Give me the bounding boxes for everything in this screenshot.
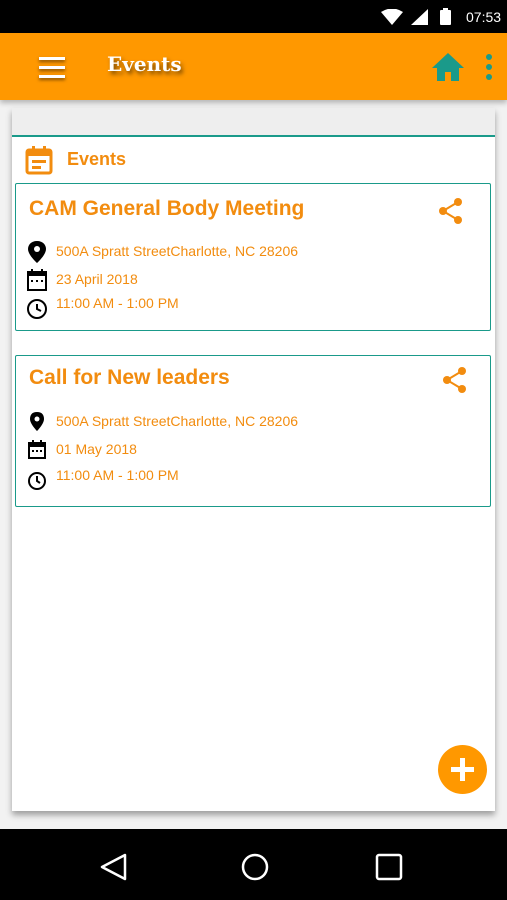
- location-pin-icon: [28, 241, 46, 263]
- event-date: 01 May 2018: [56, 441, 137, 457]
- event-date: 23 April 2018: [56, 271, 138, 287]
- date-icon: [28, 440, 46, 459]
- back-triangle-icon[interactable]: [99, 852, 129, 882]
- home-circle-icon[interactable]: [240, 852, 270, 882]
- calendar-icon: [25, 146, 53, 175]
- location-pin-icon: [30, 412, 44, 431]
- event-title: CAM General Body Meeting: [29, 197, 305, 220]
- status-time: 07:53: [466, 9, 502, 25]
- home-icon[interactable]: [430, 51, 466, 83]
- event-title: Call for New leaders: [29, 366, 230, 389]
- event-address: 500A Spratt StreetCharlotte, NC 28206: [56, 413, 299, 429]
- screen: 07:53 Events Events CAM General Body Mee…: [0, 0, 507, 900]
- clock-icon: [28, 472, 46, 490]
- more-vert-icon[interactable]: [480, 53, 498, 83]
- event-time: 11:00 AM - 1:00 PM: [56, 467, 179, 483]
- share-icon[interactable]: [437, 197, 465, 225]
- signal-icon: [411, 9, 428, 25]
- status-bar: 07:53: [0, 0, 507, 33]
- battery-icon: [440, 8, 451, 25]
- event-card[interactable]: CAM General Body Meeting 500A Spratt Str…: [15, 183, 491, 331]
- event-card[interactable]: Call for New leaders 500A Spratt StreetC…: [15, 355, 491, 507]
- add-event-button[interactable]: [438, 745, 487, 794]
- event-time: 11:00 AM - 1:00 PM: [56, 295, 179, 311]
- event-address: 500A Spratt StreetCharlotte, NC 28206: [56, 243, 299, 259]
- panel-top-bar: [12, 108, 495, 137]
- clock-icon: [27, 299, 47, 319]
- hamburger-menu-icon[interactable]: [32, 51, 72, 83]
- wifi-icon: [381, 9, 403, 25]
- share-icon[interactable]: [441, 366, 469, 394]
- section-label: Events: [67, 149, 127, 169]
- date-icon: [27, 269, 47, 291]
- page-title: Events: [107, 52, 182, 76]
- system-nav-bar: [0, 829, 507, 900]
- app-bar: Events: [0, 33, 507, 100]
- recents-square-icon[interactable]: [375, 853, 403, 881]
- events-panel: Events CAM General Body Meeting 500A Spr…: [12, 108, 495, 811]
